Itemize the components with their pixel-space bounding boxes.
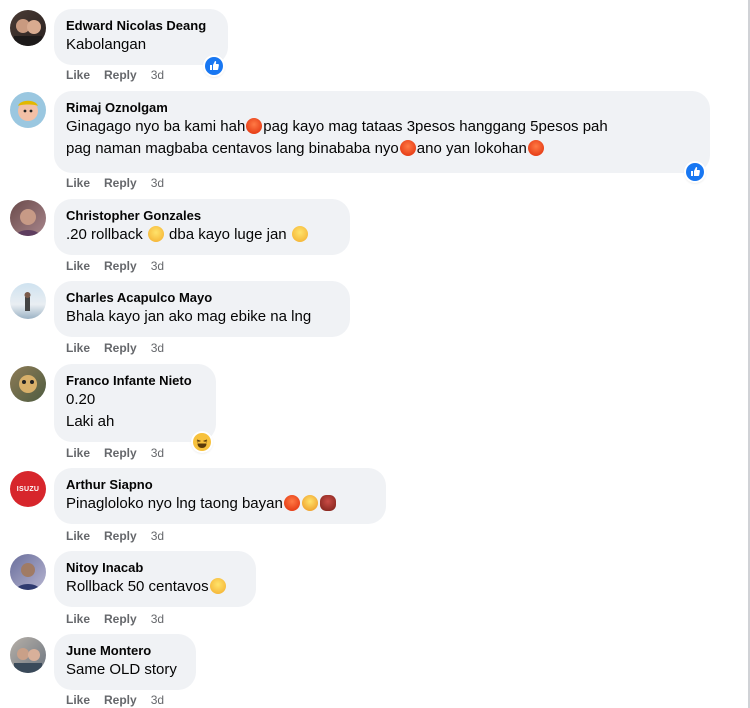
avatar[interactable] bbox=[10, 366, 46, 402]
avatar[interactable] bbox=[10, 92, 46, 128]
devil-emoji-icon bbox=[319, 495, 336, 511]
like-button[interactable]: Like bbox=[66, 176, 90, 190]
comment-actions: Like Reply 3d bbox=[66, 612, 178, 626]
pouting-emoji-icon bbox=[301, 495, 318, 511]
comment-text: pag naman magbaba centavos lang binababa… bbox=[66, 138, 698, 160]
reply-button[interactable]: Reply bbox=[104, 259, 137, 273]
like-button[interactable]: Like bbox=[66, 529, 90, 543]
like-button[interactable]: Like bbox=[66, 341, 90, 355]
reply-button[interactable]: Reply bbox=[104, 693, 137, 707]
avatar[interactable] bbox=[10, 554, 46, 590]
comment-author[interactable]: Franco Infante Nieto bbox=[66, 372, 204, 389]
comment-text: Laki ah bbox=[66, 413, 115, 430]
comment-author[interactable]: June Montero bbox=[66, 642, 184, 659]
crying-emoji-icon bbox=[147, 226, 164, 242]
comment-text: Pinagloloko nyo lng taong bayan bbox=[66, 493, 374, 515]
comment-actions: Like Reply 3d bbox=[66, 446, 178, 460]
comment-time[interactable]: 3d bbox=[151, 68, 164, 82]
comment-actions: Like Reply 3d bbox=[66, 693, 178, 707]
like-button[interactable]: Like bbox=[66, 259, 90, 273]
reply-button[interactable]: Reply bbox=[104, 68, 137, 82]
comment-actions: Like Reply 3d bbox=[66, 341, 178, 355]
text-segment: ano yan lokohan bbox=[416, 140, 527, 157]
comment-time[interactable]: 3d bbox=[151, 341, 164, 355]
comment-bubble: June Montero Same OLD story bbox=[54, 634, 196, 690]
angry-emoji-icon bbox=[527, 140, 544, 156]
avatar[interactable] bbox=[10, 10, 46, 46]
angry-emoji-icon bbox=[399, 140, 416, 156]
like-button[interactable]: Like bbox=[66, 612, 90, 626]
comment-bubble: Christopher Gonzales .20 rollback dba ka… bbox=[54, 199, 350, 255]
comment-time[interactable]: 3d bbox=[151, 693, 164, 707]
comment-bubble: Edward Nicolas Deang Kabolangan bbox=[54, 9, 228, 65]
text-segment: .20 rollback bbox=[66, 226, 147, 243]
text-segment: dba kayo luge jan bbox=[164, 226, 291, 243]
comment-text: Same OLD story bbox=[66, 661, 177, 678]
comment-author[interactable]: Nitoy Inacab bbox=[66, 559, 244, 576]
reply-button[interactable]: Reply bbox=[104, 176, 137, 190]
comment-bubble: Franco Infante Nieto 0.20 Laki ah bbox=[54, 364, 216, 442]
text-segment: pag naman magbaba centavos lang binababa… bbox=[66, 140, 399, 157]
comment-author[interactable]: Charles Acapulco Mayo bbox=[66, 289, 338, 306]
text-segment: pag kayo mag tataas 3pesos hanggang 5pes… bbox=[263, 118, 608, 135]
comment-bubble: Rimaj Oznolgam Ginagago nyo ba kami hah p… bbox=[54, 91, 710, 173]
comment-actions: Like Reply 3d bbox=[66, 68, 178, 82]
comment-author[interactable]: Rimaj Oznolgam bbox=[66, 99, 698, 116]
avatar[interactable] bbox=[10, 283, 46, 319]
avatar[interactable]: ISUZU bbox=[10, 471, 46, 507]
reply-button[interactable]: Reply bbox=[104, 529, 137, 543]
like-button[interactable]: Like bbox=[66, 693, 90, 707]
comment-text: 0.20 bbox=[66, 391, 96, 408]
comment-actions: Like Reply 3d bbox=[66, 529, 178, 543]
reply-button[interactable]: Reply bbox=[104, 341, 137, 355]
text-segment: Ginagago nyo ba kami hah bbox=[66, 118, 246, 135]
like-icon[interactable] bbox=[205, 57, 223, 75]
grin-emoji-icon bbox=[291, 226, 308, 242]
haha-icon[interactable] bbox=[193, 433, 211, 451]
text-segment: Rollback 50 centavos bbox=[66, 578, 209, 595]
like-button[interactable]: Like bbox=[66, 446, 90, 460]
comment-text: .20 rollback dba kayo luge jan bbox=[66, 224, 338, 246]
comment-author[interactable]: Edward Nicolas Deang bbox=[66, 17, 216, 34]
angry-emoji-icon bbox=[283, 495, 300, 511]
comment-time[interactable]: 3d bbox=[151, 529, 164, 543]
reply-button[interactable]: Reply bbox=[104, 446, 137, 460]
comment-author[interactable]: Christopher Gonzales bbox=[66, 207, 338, 224]
comment-bubble: Nitoy Inacab Rollback 50 centavos bbox=[54, 551, 256, 607]
comment-time[interactable]: 3d bbox=[151, 446, 164, 460]
like-icon[interactable] bbox=[686, 163, 704, 181]
comment-author[interactable]: Arthur Siapno bbox=[66, 476, 374, 493]
comment-text: Ginagago nyo ba kami hah pag kayo mag tat… bbox=[66, 116, 698, 138]
avatar[interactable] bbox=[10, 637, 46, 673]
comment-time[interactable]: 3d bbox=[151, 176, 164, 190]
isuzu-logo: ISUZU bbox=[16, 485, 40, 493]
like-button[interactable]: Like bbox=[66, 68, 90, 82]
angry-emoji-icon bbox=[246, 118, 263, 134]
comment-actions: Like Reply 3d bbox=[66, 176, 178, 190]
avatar[interactable] bbox=[10, 200, 46, 236]
comment-bubble: Arthur Siapno Pinagloloko nyo lng taong … bbox=[54, 468, 386, 524]
comment-time[interactable]: 3d bbox=[151, 259, 164, 273]
comment-text: Rollback 50 centavos bbox=[66, 576, 244, 598]
comment-text: Kabolangan bbox=[66, 36, 147, 53]
reply-button[interactable]: Reply bbox=[104, 612, 137, 626]
text-segment: Pinagloloko nyo lng taong bayan bbox=[66, 495, 283, 512]
comment-bubble: Charles Acapulco Mayo Bhala kayo jan ako… bbox=[54, 281, 350, 337]
comment-time[interactable]: 3d bbox=[151, 612, 164, 626]
comment-text: Bhala kayo jan ako mag ebike na lng bbox=[66, 308, 312, 325]
comment-actions: Like Reply 3d bbox=[66, 259, 178, 273]
rofl-emoji-icon bbox=[209, 578, 226, 594]
